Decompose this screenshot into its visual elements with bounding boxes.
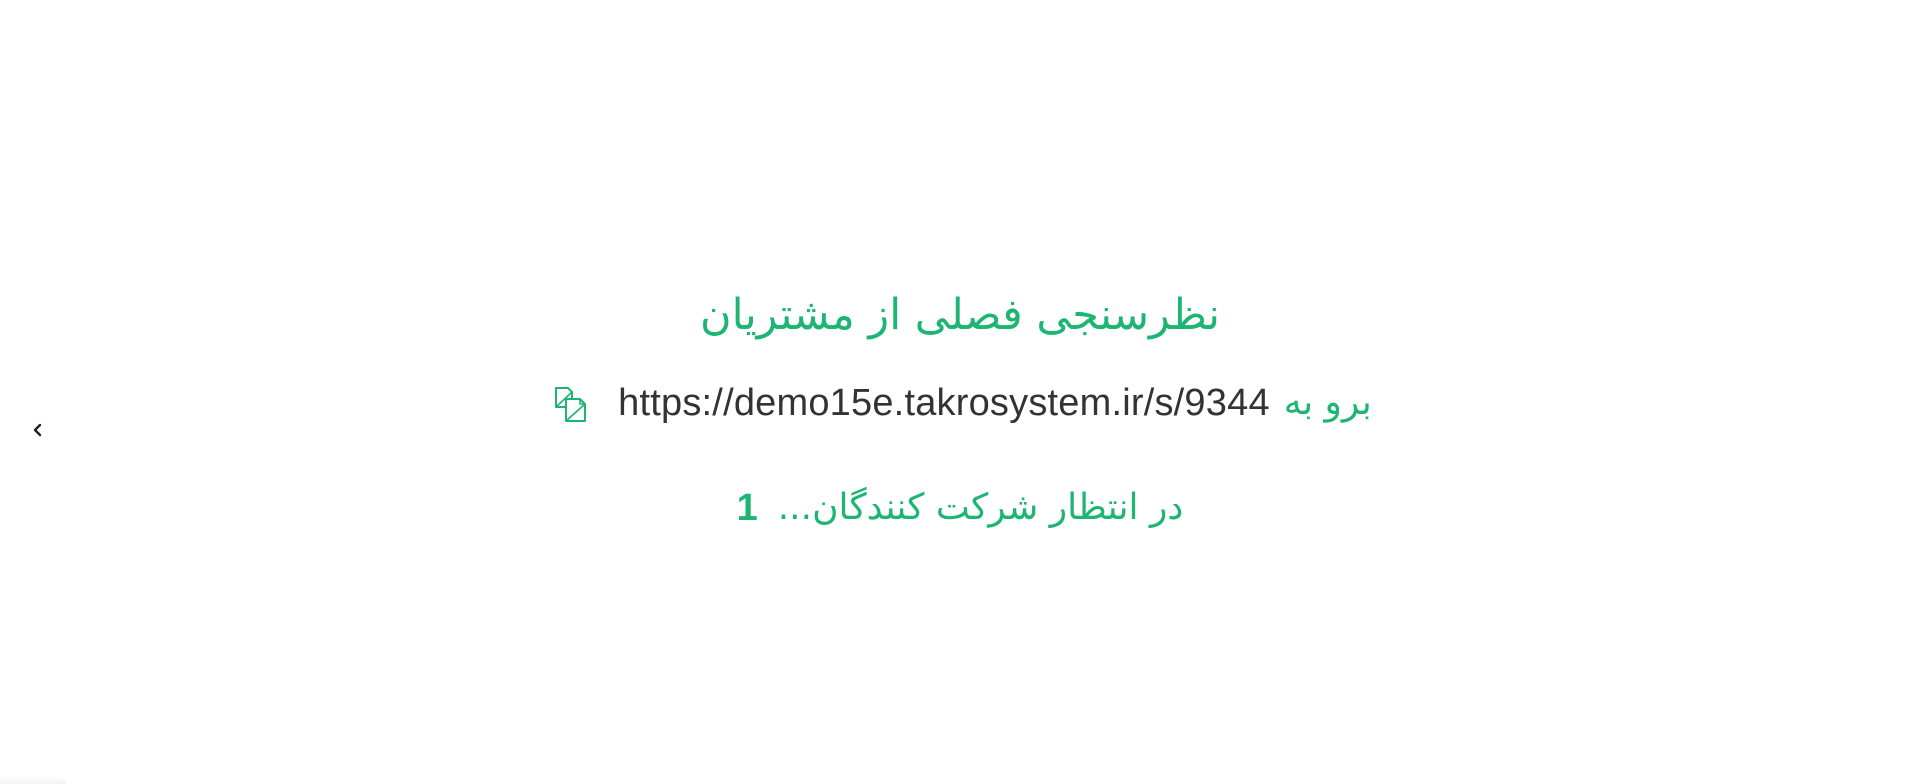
waiting-text: در انتظار شرکت کنندگان...	[777, 487, 1184, 528]
waiting-status: 1 در انتظار شرکت کنندگان...	[0, 478, 1920, 538]
main-content: نظرسنجی فصلی از مشتریان https://demo15e.…	[0, 0, 1920, 784]
copy-link-button[interactable]	[548, 379, 596, 427]
copy-icon	[555, 387, 587, 422]
goto-label: برو به	[1283, 382, 1372, 423]
survey-title: نظرسنجی فصلی از مشتریان	[700, 290, 1220, 340]
survey-url[interactable]: https://demo15e.takrosystem.ir/s/9344	[618, 375, 1270, 431]
survey-waiting-page: نظرسنجی فصلی از مشتریان https://demo15e.…	[0, 0, 1920, 784]
survey-link-row: https://demo15e.takrosystem.ir/s/9344 بر…	[0, 375, 1920, 431]
corner-shadow	[0, 776, 66, 784]
participant-count: 1	[736, 487, 758, 529]
